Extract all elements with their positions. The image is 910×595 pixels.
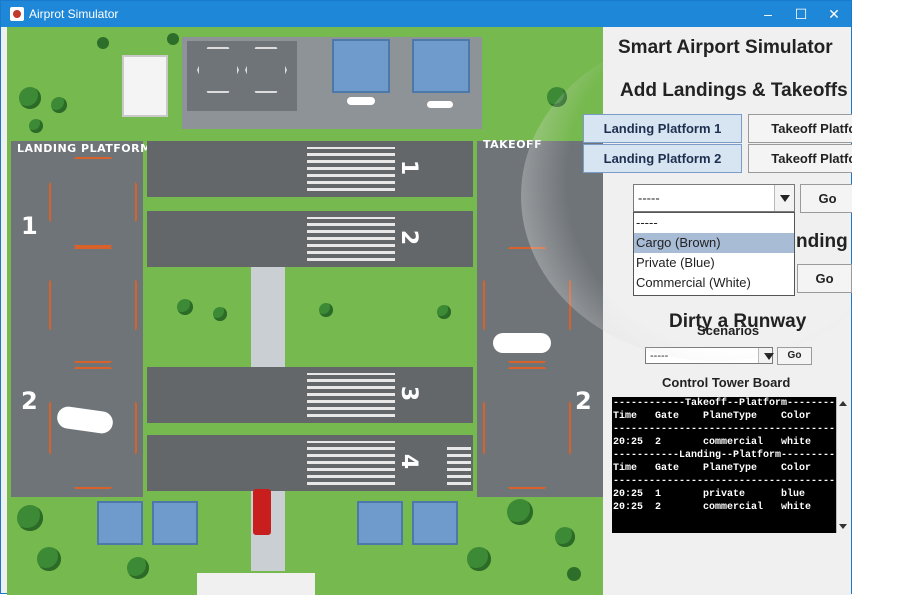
app-icon: [10, 7, 24, 21]
scroll-up-icon[interactable]: [839, 401, 847, 406]
hangar-building: [332, 39, 390, 93]
console-line: Time Gate PlaneType Color: [613, 463, 812, 474]
landing-platform-1-button[interactable]: Landing Platform 1: [583, 114, 742, 143]
bush-icon: [97, 37, 109, 49]
console-line: -----------Landing--Platform------------: [613, 450, 847, 461]
road-block: [197, 573, 315, 595]
chevron-down-icon[interactable]: [758, 348, 774, 363]
console-line: 20:25 1 private blue: [613, 489, 806, 500]
hangar-building: [357, 501, 403, 545]
dropdown-option[interactable]: Commercial (White): [634, 273, 794, 293]
runway-4-number: 4: [396, 453, 422, 470]
hangar-building: [412, 501, 458, 545]
takeoff-gate-2-label: 2: [575, 387, 592, 415]
tree-icon: [19, 87, 41, 109]
scenarios-select[interactable]: -----: [645, 347, 774, 364]
runway-2-number: 2: [396, 229, 422, 246]
landing-gate-1-label: 1: [21, 212, 38, 240]
tree-icon: [17, 505, 43, 531]
taxiway: [251, 267, 285, 367]
plane-type-select-value: -----: [638, 190, 660, 206]
runway-markings: [447, 447, 471, 485]
landing-platform-2-button[interactable]: Landing Platform 2: [583, 144, 742, 173]
parked-plane-icon: [347, 97, 375, 105]
app-heading: Smart Airport Simulator: [618, 37, 833, 58]
dropdown-option-selected[interactable]: Cargo (Brown): [634, 233, 794, 253]
console-line: ----------------------------------------…: [613, 424, 847, 435]
tree-icon: [51, 97, 67, 113]
tree-icon: [437, 305, 451, 319]
tree-icon: [29, 119, 43, 133]
hangar-building: [97, 501, 143, 545]
tree-icon: [177, 299, 193, 315]
title-bar[interactable]: Airprot Simulator – ☐ ✕: [1, 1, 851, 27]
scenarios-select-value: -----: [650, 349, 669, 362]
tree-icon: [127, 557, 149, 579]
runway-markings: [307, 441, 395, 485]
tree-icon: [547, 87, 567, 107]
scroll-down-icon[interactable]: [839, 524, 847, 529]
partial-heading: nding: [796, 231, 848, 252]
landing-go-button[interactable]: Go: [797, 264, 852, 293]
hangar-building: [412, 39, 470, 93]
tree-icon: [37, 547, 61, 571]
tree-icon: [467, 547, 491, 571]
airport-map: LANDING PLATFORM 1 2 1 2 3 4 TAKEOFF 2: [7, 27, 603, 595]
bush-icon: [567, 567, 581, 581]
landing-gate-2-label: 2: [21, 387, 38, 415]
tree-icon: [507, 499, 533, 525]
runway-markings: [307, 147, 395, 191]
console-scrollbar[interactable]: [836, 397, 847, 533]
minimize-button[interactable]: –: [751, 1, 785, 27]
add-landings-takeoffs-heading: Add Landings & Takeoffs: [620, 80, 848, 101]
control-tower-heading: Control Tower Board: [662, 375, 791, 390]
desktop-background: [852, 0, 910, 594]
takeoff-platform-label: TAKEOFF: [483, 138, 543, 151]
tree-icon: [213, 307, 227, 321]
runway-markings: [307, 373, 395, 417]
console-line: ------------Takeoff--Platform-----------…: [613, 398, 847, 409]
scenarios-label: Scenarios: [697, 323, 760, 338]
landing-platform-label: LANDING PLATFORM: [17, 142, 152, 155]
maximize-button[interactable]: ☐: [784, 1, 818, 27]
fire-truck-icon: [253, 489, 271, 535]
terminal-building: [122, 55, 168, 117]
console-line: 20:25 2 commercial white: [613, 502, 812, 513]
plane-go-button[interactable]: Go: [800, 184, 855, 213]
gate-octagon: [483, 367, 571, 489]
dropdown-option[interactable]: Private (Blue): [634, 253, 794, 273]
console-line: ----------------------------------------…: [613, 476, 847, 487]
hangar-building: [152, 501, 198, 545]
runway-3-number: 3: [396, 385, 422, 402]
tree-icon: [319, 303, 333, 317]
runway-1-number: 1: [396, 159, 422, 176]
runway-markings: [307, 217, 395, 261]
takeoff-plane-icon: [493, 333, 551, 353]
parked-plane-icon: [427, 101, 453, 108]
chevron-down-icon[interactable]: [774, 185, 794, 211]
plane-type-dropdown[interactable]: ----- Cargo (Brown) Private (Blue) Comme…: [633, 212, 795, 296]
close-button[interactable]: ✕: [817, 1, 851, 27]
plane-type-select[interactable]: -----: [633, 184, 795, 212]
scenarios-go-button[interactable]: Go: [777, 347, 812, 365]
app-window: Airprot Simulator – ☐ ✕ LANDING PLATFORM…: [0, 0, 910, 595]
dropdown-option[interactable]: -----: [634, 213, 794, 233]
window-title: Airprot Simulator: [29, 7, 119, 21]
tree-icon: [555, 527, 575, 547]
console-line: Time Gate PlaneType Color: [613, 411, 812, 422]
bush-icon: [167, 33, 179, 45]
control-tower-board[interactable]: ------------Takeoff--Platform-----------…: [612, 397, 847, 533]
console-line: 20:25 2 commercial white: [613, 437, 812, 448]
